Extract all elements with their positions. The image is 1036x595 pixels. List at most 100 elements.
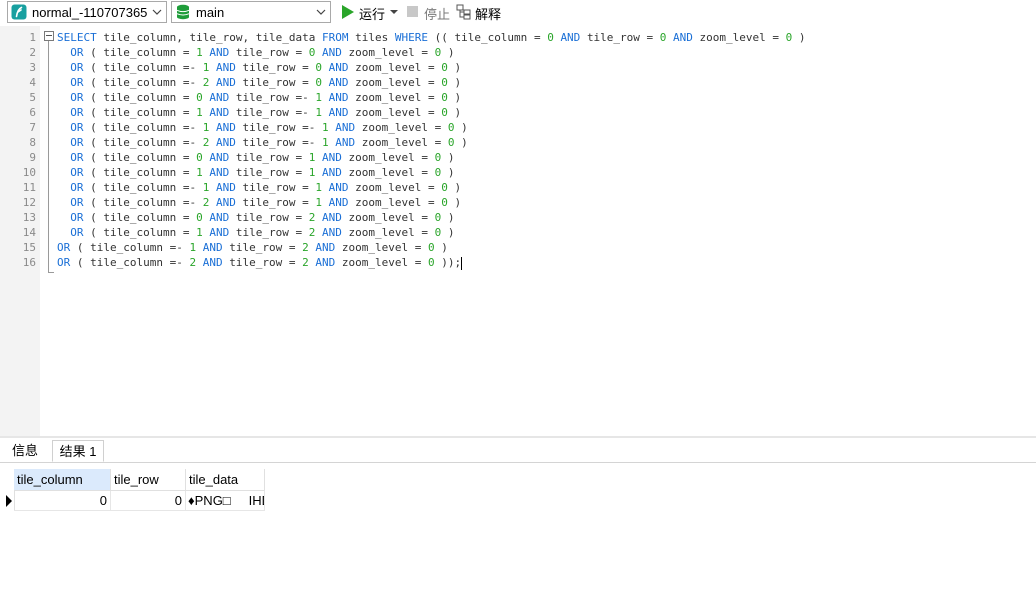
sql-token: zoom_level (355, 91, 422, 104)
connection-icon (11, 4, 27, 20)
sql-token: = (421, 211, 428, 224)
sql-keyword: AND (209, 106, 230, 119)
sql-keyword: OR (70, 181, 84, 194)
sql-keyword: AND (335, 136, 356, 149)
code-line[interactable]: OR ( tile_column = 1 AND tile_row = 1 AN… (57, 165, 454, 180)
sql-token: zoom_level (361, 121, 428, 134)
result-grid: tile_column tile_row tile_data 0 0 ♦PNG□… (0, 463, 1036, 595)
stop-button[interactable]: 停止 (405, 3, 450, 23)
sql-keyword: SELECT (57, 31, 97, 44)
code-line[interactable]: OR ( tile_column =- 2 AND tile_row =- 1 … (57, 135, 467, 150)
sql-token: ( (90, 136, 97, 149)
code-line[interactable]: OR ( tile_column =- 1 AND tile_row =- 1 … (57, 120, 468, 135)
code-line[interactable]: OR ( tile_column =- 2 AND tile_row = 0 A… (57, 75, 461, 90)
code-line[interactable]: OR ( tile_column = 0 AND tile_row =- 1 A… (57, 90, 461, 105)
run-button[interactable]: 运行 (340, 3, 390, 23)
code-line[interactable]: SELECT tile_column, tile_row, tile_data … (57, 30, 806, 45)
fold-toggle-icon[interactable] (44, 31, 54, 41)
sql-token: zoom_level (348, 166, 415, 179)
sql-keyword: AND (215, 61, 236, 74)
sql-token: ( (90, 181, 97, 194)
column-header-tile-row[interactable]: tile_row (111, 469, 186, 491)
sql-token: ) (454, 76, 462, 89)
explain-button[interactable]: 解释 (456, 3, 504, 23)
sql-token: zoom_level (348, 46, 415, 59)
database-icon (176, 4, 190, 20)
code-line[interactable]: OR ( tile_column = 0 AND tile_row = 1 AN… (57, 150, 454, 165)
cell-tile-column[interactable]: 0 (14, 491, 111, 511)
tile-data-prefix: ♦PNG□ (188, 493, 231, 508)
code-line[interactable]: OR ( tile_column = 1 AND tile_row = 2 AN… (57, 225, 454, 240)
sql-keyword: AND (328, 106, 349, 119)
column-header-tile-column[interactable]: tile_column (14, 469, 111, 491)
explain-icon (456, 4, 471, 20)
line-number: 14 (22, 226, 36, 239)
tab-result-1[interactable]: 结果 1 (52, 440, 104, 462)
code-line[interactable]: OR ( tile_column =- 2 AND tile_row = 2 A… (57, 255, 463, 270)
sql-number: 1 (315, 181, 322, 194)
sql-number: 0 (196, 211, 203, 224)
fold-guide (48, 41, 49, 273)
sql-token: tile_column (103, 121, 177, 134)
sql-token: ) (454, 181, 462, 194)
code-line[interactable]: OR ( tile_column = 0 AND tile_row = 2 AN… (57, 210, 454, 225)
result-tabs: 信息 结果 1 (0, 438, 1036, 463)
database-select[interactable]: main (171, 1, 331, 23)
sql-token: tile_row (242, 196, 296, 209)
sql-token: tile_column (103, 211, 177, 224)
sql-token: zoom_level (348, 211, 415, 224)
code-line[interactable]: OR ( tile_column =- 2 AND tile_row = 1 A… (57, 195, 461, 210)
sql-token: = (302, 181, 309, 194)
sql-keyword: AND (560, 31, 581, 44)
sql-number: 0 (196, 151, 203, 164)
line-number: 1 (29, 31, 36, 44)
line-number: 8 (29, 136, 36, 149)
code-line[interactable]: OR ( tile_column =- 1 AND tile_row = 0 A… (57, 60, 461, 75)
run-dropdown-icon[interactable] (390, 8, 398, 16)
sql-number: 0 (441, 196, 448, 209)
sql-token: =- (182, 76, 197, 89)
tab-info[interactable]: 信息 (4, 440, 46, 462)
code-line[interactable]: OR ( tile_column = 1 AND tile_row = 0 AN… (57, 45, 454, 60)
tile-data-suffix: IHD (248, 493, 264, 508)
code-line[interactable]: OR ( tile_column =- 1 AND tile_row = 2 A… (57, 240, 448, 255)
code-line[interactable]: OR ( tile_column =- 1 AND tile_row = 1 A… (57, 180, 461, 195)
sql-keyword: OR (70, 151, 84, 164)
sql-token: tile_row (242, 181, 296, 194)
sql-token: ) (461, 121, 468, 134)
sql-number: 0 (427, 241, 435, 254)
cell-tile-row[interactable]: 0 (111, 491, 186, 511)
sql-token: ( (90, 166, 97, 179)
sql-token: = (427, 61, 435, 74)
sql-keyword: OR (70, 91, 84, 104)
column-header-tile-data[interactable]: tile_data (186, 469, 265, 491)
sql-keyword: AND (328, 91, 349, 104)
sql-editor[interactable]: 1 2 3 4 5 6 7 8 9 10 11 12 13 14 15 16 SELECT tile_colu… (0, 26, 1036, 436)
connection-select[interactable]: normal_-110707365 (7, 1, 167, 23)
cell-tile-data[interactable]: ♦PNG□ IHD (186, 491, 265, 511)
code-line[interactable]: OR ( tile_column = 1 AND tile_row =- 1 A… (57, 105, 461, 120)
sql-keyword: OR (70, 106, 84, 119)
sql-keyword: AND (209, 226, 230, 239)
